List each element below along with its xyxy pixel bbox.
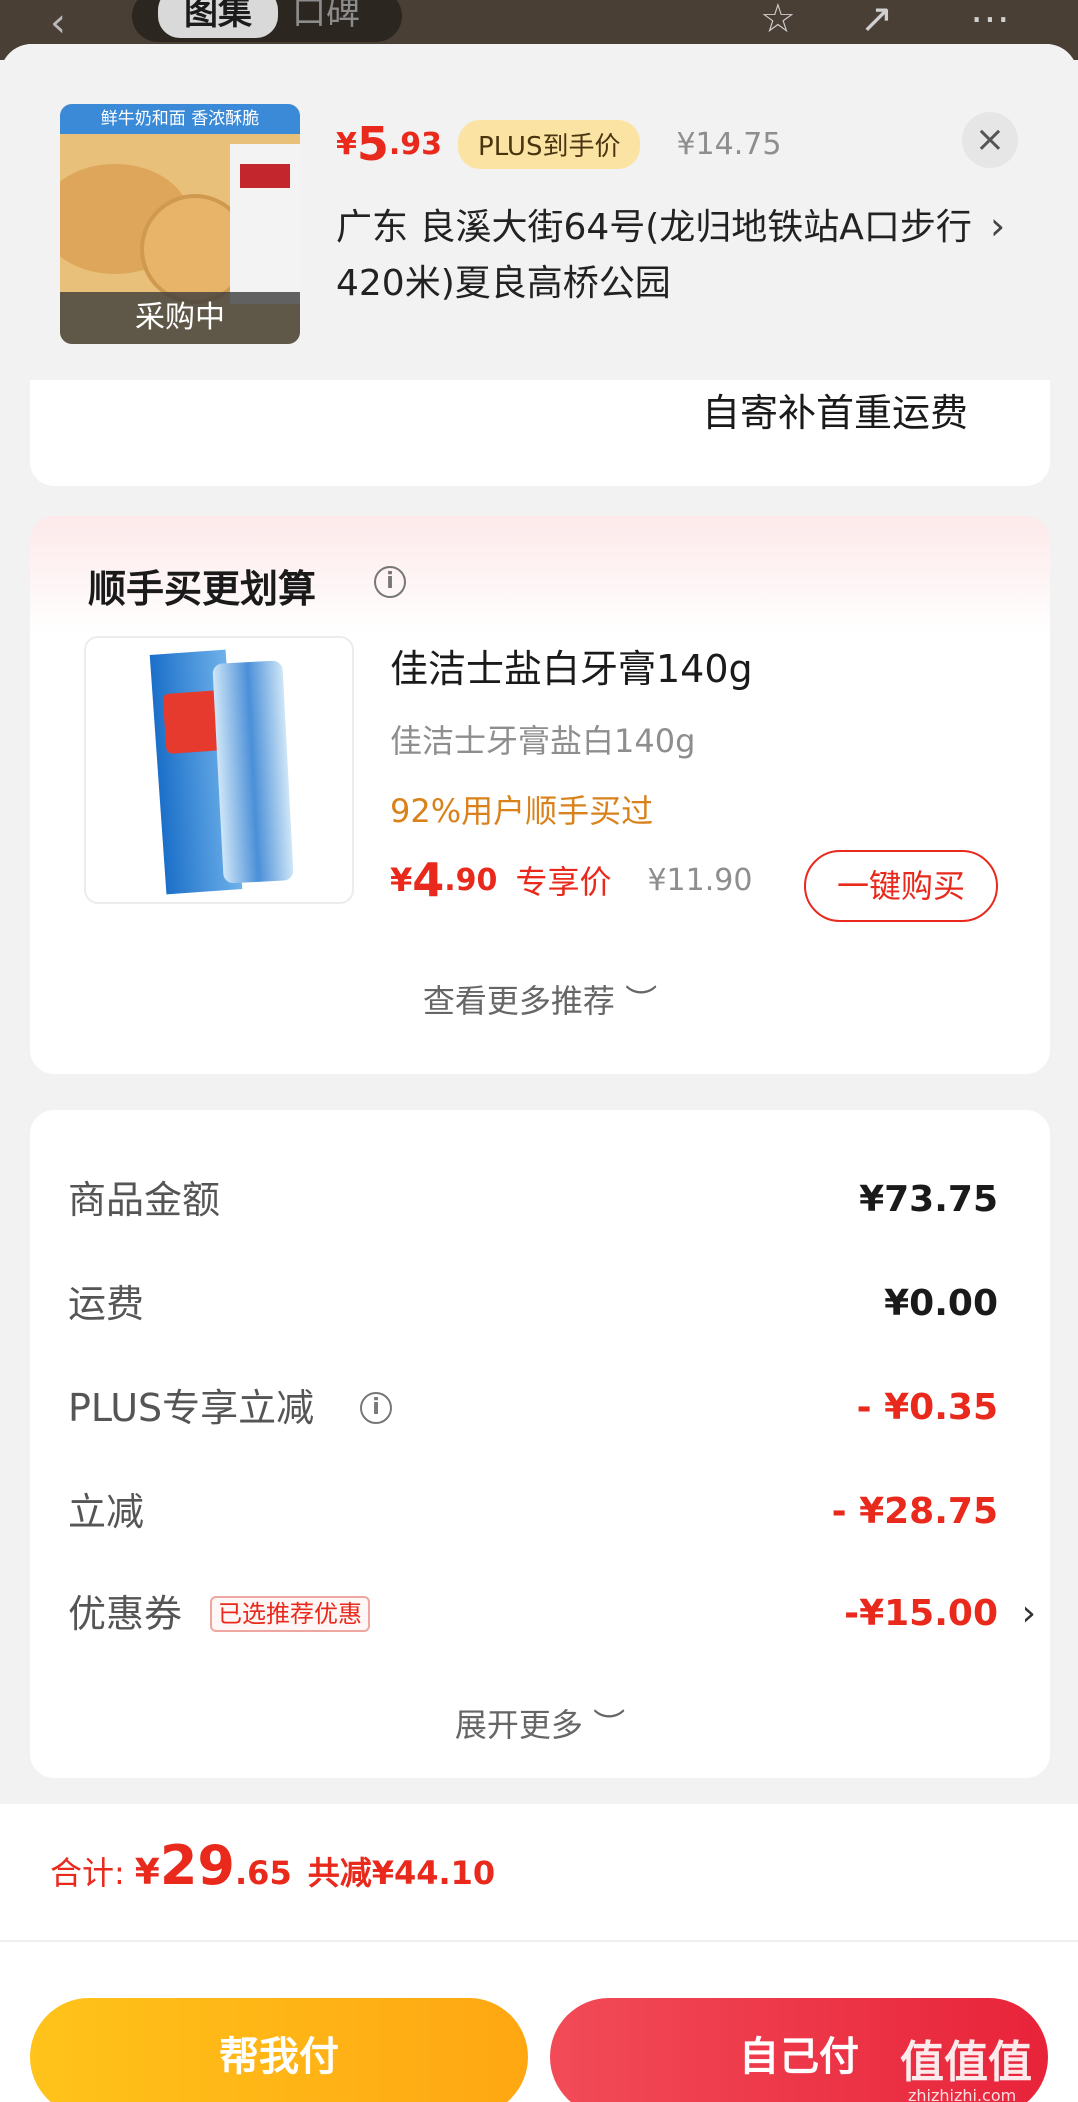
bundle-product-spec: 佳洁士牙膏盐白140g: [390, 722, 696, 760]
total-currency: ¥: [134, 1852, 160, 1893]
total-decimal: .65: [235, 1854, 292, 1892]
bundle-product-name[interactable]: 佳洁士盐白牙膏140g: [390, 638, 753, 693]
summary-label: 立减: [68, 1490, 145, 1534]
delivery-address[interactable]: 广东 良溪大街64号(龙归地铁站A口步行420米)夏良高桥公园: [336, 200, 976, 312]
freight-note: 自寄补首重运费: [701, 391, 968, 435]
summary-row: 立减 - ¥28.75: [68, 1482, 998, 1542]
price-currency: ¥: [336, 126, 357, 162]
star-icon[interactable]: ☆: [760, 0, 796, 42]
summary-row: 商品金额 ¥73.75: [68, 1170, 998, 1230]
product-thumbnail: 鲜牛奶和面 香浓酥脆 采购中: [60, 104, 300, 344]
bundle-price-currency: ¥: [390, 861, 413, 899]
coupon-tag: 已选推荐优惠: [210, 1596, 370, 1632]
summary-row: PLUS专享立减 i - ¥0.35: [68, 1378, 998, 1438]
total-savings: 共减¥44.10: [307, 1854, 496, 1892]
bundle-price-row: ¥ 4 .90 专享价 ¥11.90: [390, 850, 752, 910]
tab-reviews[interactable]: 口碑: [292, 0, 360, 38]
toothpaste-image[interactable]: [84, 636, 354, 904]
plus-price-tag: PLUS到手价: [458, 119, 641, 169]
summary-value: ¥0.00: [884, 1283, 998, 1324]
toothpaste-tube-graphic: [212, 660, 294, 884]
watermark-sub: zhizhizhi.com: [908, 2086, 1017, 2102]
tab-gallery[interactable]: 图集: [158, 0, 278, 38]
one-click-buy-button[interactable]: 一键购买: [804, 850, 998, 922]
chevron-right-icon[interactable]: ›: [990, 204, 1005, 248]
original-price: ¥14.75: [676, 126, 782, 162]
summary-value: - ¥28.75: [831, 1491, 998, 1532]
help-pay-button[interactable]: 帮我付: [30, 1998, 528, 2102]
watermark: 值值值: [900, 2037, 1032, 2088]
total-label: 合计:: [50, 1854, 125, 1892]
checkout-sheet: 鲜牛奶和面 香浓酥脆 采购中 ¥ 5 .93 PLUS到手价 ¥14.75 × …: [0, 44, 1078, 2102]
price-row: ¥ 5 .93 PLUS到手价 ¥14.75: [336, 108, 781, 180]
summary-label: 优惠券: [68, 1592, 183, 1636]
summary-label: 商品金额: [68, 1178, 221, 1222]
chevron-right-icon[interactable]: ›: [1022, 1584, 1036, 1644]
summary-value: ¥73.75: [859, 1179, 998, 1220]
order-summary-card: 商品金额 ¥73.75 运费 ¥0.00 PLUS专享立减 i - ¥0.35 …: [30, 1110, 1050, 1778]
divider: [0, 1940, 1078, 1942]
summary-label: PLUS专享立减: [68, 1386, 315, 1430]
total-integer: 29: [159, 1834, 236, 1897]
bundle-card: 顺手买更划算 i 佳洁士盐白牙膏140g 佳洁士牙膏盐白140g 92%用户顺手…: [30, 516, 1050, 1074]
freight-card: 自寄补首重运费: [30, 380, 1050, 486]
bundle-title: 顺手买更划算: [88, 567, 317, 611]
bottom-pay-bar: 合计: ¥ 29 .65 共减¥44.10 帮我付 自己付 值值值 zhizhi…: [0, 1804, 1078, 2102]
price-integer: 5: [356, 117, 389, 171]
bundle-price-integer: 4: [412, 853, 445, 907]
summary-value: -¥15.00: [844, 1593, 998, 1634]
summary-row: 运费 ¥0.00: [68, 1274, 998, 1334]
share-icon[interactable]: ↗: [860, 0, 894, 42]
bundle-product-stat: 92%用户顺手买过: [390, 792, 654, 830]
package-graphic: [230, 144, 300, 304]
summary-value: - ¥0.35: [856, 1387, 998, 1428]
bundle-price-tag: 专享价: [515, 863, 612, 901]
bundle-price-decimal: .90: [444, 862, 498, 898]
coupon-row[interactable]: 优惠券 已选推荐优惠 -¥15.00 ›: [68, 1584, 1036, 1644]
summary-label: 运费: [68, 1282, 145, 1326]
close-button[interactable]: ×: [962, 112, 1018, 168]
bundle-original-price: ¥11.90: [647, 862, 753, 898]
more-icon[interactable]: ⋯: [970, 0, 1010, 42]
info-icon[interactable]: i: [374, 566, 406, 598]
info-icon[interactable]: i: [360, 1392, 392, 1424]
thumb-band-text: 鲜牛奶和面 香浓酥脆: [60, 104, 300, 134]
back-icon[interactable]: ‹: [50, 0, 66, 46]
total-row: 合计: ¥ 29 .65 共减¥44.10: [50, 1834, 495, 1914]
product-header: 鲜牛奶和面 香浓酥脆 采购中 ¥ 5 .93 PLUS到手价 ¥14.75 × …: [0, 44, 1078, 380]
expand-more-link[interactable]: 展开更多 ︶: [30, 1700, 1050, 1746]
price-decimal: .93: [388, 126, 443, 162]
more-recommendations-link[interactable]: 查看更多推荐 ︶: [30, 976, 1050, 1022]
thumb-status: 采购中: [60, 292, 300, 344]
